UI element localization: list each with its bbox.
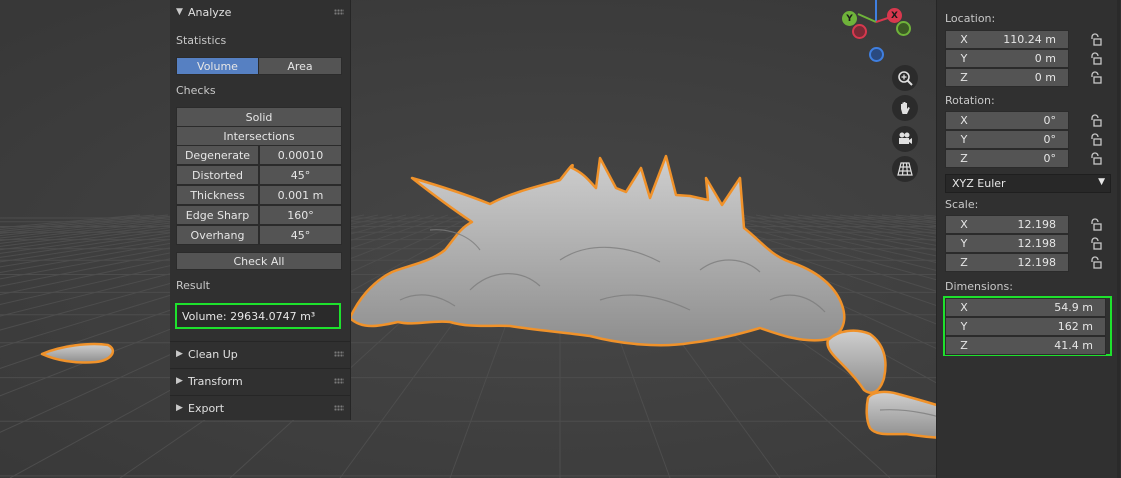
overhang-value[interactable]: 45° (259, 225, 342, 245)
checks-table: Degenerate 0.00010 Distorted 45° Thickne… (176, 145, 342, 245)
check-row-overhang: Overhang 45° (176, 225, 342, 245)
check-row-distorted: Distorted 45° (176, 165, 342, 185)
chevron-down-icon: ▼ (176, 7, 183, 17)
check-row-thickness: Thickness 0.001 m (176, 185, 342, 205)
degenerate-value[interactable]: 0.00010 (259, 145, 342, 165)
checks-label: Checks (176, 84, 216, 97)
lock-icon[interactable] (1089, 52, 1103, 66)
transform-sidebar: Location: X 110.24 m Y0 m Z0 m Rotation: … (936, 0, 1121, 478)
analyze-panel: ▼ Analyze Statistics Volume Area Checks … (170, 0, 351, 420)
scale-label: Scale: (945, 198, 979, 211)
export-panel[interactable]: ▶ Export (170, 395, 350, 422)
chevron-right-icon: ▶ (176, 349, 183, 359)
lock-icon[interactable] (1089, 114, 1103, 128)
drag-grip-icon[interactable] (334, 378, 344, 384)
export-title: Export (188, 401, 225, 415)
location-y-field[interactable]: Y0 m (945, 49, 1069, 68)
location-z-field[interactable]: Z0 m (945, 68, 1069, 87)
camera-icon[interactable] (892, 126, 918, 152)
location-label: Location: (945, 12, 996, 25)
solid-button[interactable]: Solid (176, 107, 342, 127)
thickness-value[interactable]: 0.001 m (259, 185, 342, 205)
dimensions-z-field[interactable]: Z 41.4 m (945, 336, 1106, 355)
result-volume-field: Volume: 29634.0747 m³ (175, 303, 341, 329)
analyze-header[interactable]: ▼ Analyze (170, 0, 350, 24)
area-tab[interactable]: Area (258, 57, 342, 75)
gizmo-neg-y-axis[interactable] (896, 21, 911, 36)
lock-icon[interactable] (1089, 218, 1103, 232)
volume-tab[interactable]: Volume (176, 57, 259, 75)
analyze-title: Analyze (188, 5, 232, 19)
scale-z-field[interactable]: Z 12.198 (945, 253, 1069, 272)
drag-grip-icon[interactable] (334, 351, 344, 357)
chevron-right-icon: ▶ (176, 376, 183, 386)
drag-grip-icon[interactable] (334, 9, 344, 15)
rotation-mode-value: XYZ Euler (952, 177, 1006, 190)
lock-icon[interactable] (1089, 33, 1103, 47)
dimensions-y-field[interactable]: Y 162 m (945, 317, 1106, 336)
scale-y-field[interactable]: Y 12.198 (945, 234, 1069, 253)
hand-pan-icon[interactable] (892, 95, 918, 121)
chevron-right-icon: ▶ (176, 403, 183, 413)
lock-icon[interactable] (1089, 256, 1103, 270)
dimensions-x-field[interactable]: X 54.9 m (945, 298, 1106, 317)
degenerate-button[interactable]: Degenerate (176, 145, 259, 165)
result-volume-text: Volume: 29634.0747 m³ (182, 309, 316, 323)
lock-icon[interactable] (1089, 71, 1103, 85)
clean-up-title: Clean Up (188, 347, 238, 361)
lock-icon[interactable] (1089, 133, 1103, 147)
gizmo-y-axis[interactable]: Y (842, 11, 857, 26)
rotation-x-field[interactable]: X 0° (945, 111, 1069, 130)
navigation-gizmo[interactable]: Y X (838, 0, 918, 70)
gizmo-neg-x-axis[interactable] (852, 24, 867, 39)
zoom-icon[interactable] (892, 65, 918, 91)
edge-sharp-button[interactable]: Edge Sharp (176, 205, 259, 225)
statistics-label: Statistics (176, 34, 227, 47)
location-x-field[interactable]: X 110.24 m (945, 30, 1069, 49)
rotation-label: Rotation: (945, 94, 995, 107)
perspective-grid-icon[interactable] (892, 156, 918, 182)
result-label: Result (176, 279, 210, 292)
intersections-button[interactable]: Intersections (176, 126, 342, 146)
drag-grip-icon[interactable] (334, 405, 344, 411)
check-row-degenerate: Degenerate 0.00010 (176, 145, 342, 165)
check-row-edge-sharp: Edge Sharp 160° (176, 205, 342, 225)
check-all-button[interactable]: Check All (176, 252, 342, 270)
sidebar-scrollbar[interactable] (1117, 0, 1120, 478)
chevron-down-icon: ▼ (1098, 177, 1105, 187)
distorted-value[interactable]: 45° (259, 165, 342, 185)
transform-panel[interactable]: ▶ Transform (170, 368, 350, 395)
clean-up-panel[interactable]: ▶ Clean Up (170, 341, 350, 368)
lock-icon[interactable] (1089, 237, 1103, 251)
rotation-y-field[interactable]: Y 0° (945, 130, 1069, 149)
rotation-mode-dropdown[interactable]: XYZ Euler ▼ (945, 174, 1111, 193)
gizmo-neg-z-axis[interactable] (869, 47, 884, 62)
dimensions-label: Dimensions: (945, 280, 1013, 293)
edge-sharp-value[interactable]: 160° (259, 205, 342, 225)
thickness-button[interactable]: Thickness (176, 185, 259, 205)
scale-x-field[interactable]: X 12.198 (945, 215, 1069, 234)
rotation-z-field[interactable]: Z 0° (945, 149, 1069, 168)
transform-title: Transform (188, 374, 243, 388)
lock-icon[interactable] (1089, 152, 1103, 166)
overhang-button[interactable]: Overhang (176, 225, 259, 245)
distorted-button[interactable]: Distorted (176, 165, 259, 185)
